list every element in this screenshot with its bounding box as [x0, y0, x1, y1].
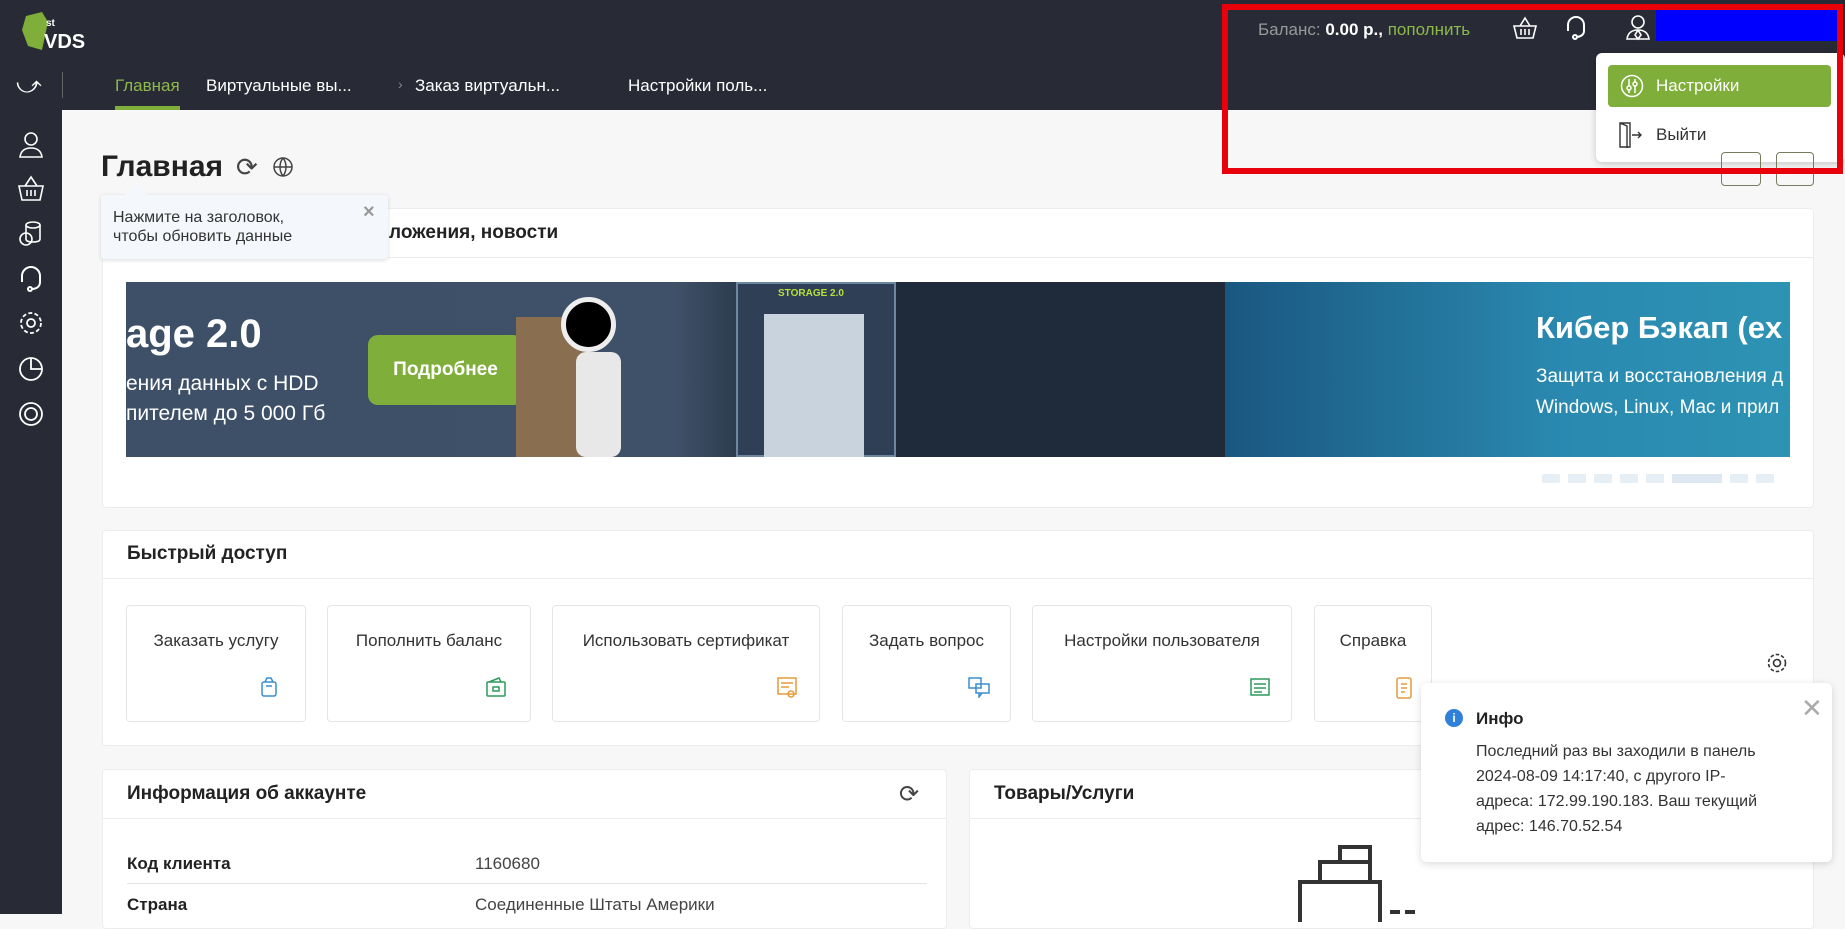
banner-text: пителем до 5 000 Гб [126, 402, 326, 425]
cart-doc-icon [261, 677, 277, 697]
banner-text: Защита и восстановления д [1536, 366, 1784, 387]
info-icon: i [1445, 709, 1463, 727]
certificate-icon [777, 677, 797, 698]
highlight-annotation-box [1222, 4, 1843, 174]
refresh-icon[interactable]: ⟳ [236, 152, 258, 183]
info-toast: i Инфо ✕ Последний раз вы заходили в пан… [1421, 683, 1832, 862]
tab-active-underline [115, 106, 180, 110]
user-settings-icon [1250, 678, 1270, 696]
quick-access-title: Быстрый доступ [103, 531, 1813, 579]
banner-carousel[interactable]: age 2.0 ения данных с HDD пителем до 5 0… [126, 282, 1790, 457]
quick-tile-certificate[interactable]: Использовать сертификат [552, 605, 820, 722]
banner-text: ения данных с HDD [126, 372, 319, 395]
collapse-menu-button[interactable]: ⤻ [16, 72, 42, 100]
carousel-dots[interactable] [1542, 474, 1774, 483]
coins-icon[interactable] [16, 219, 46, 249]
toast-message: Последний раз вы заходили в панель 2024-0… [1476, 743, 1758, 835]
quick-tile-order-service[interactable]: Заказать услугу [126, 605, 306, 722]
tooltip-text: чтобы обновить данные [113, 228, 293, 245]
refresh-icon[interactable]: ⟳ [899, 780, 919, 809]
account-row-value: Соединенные Штаты Америки [475, 895, 715, 914]
more-button[interactable]: Подробнее [368, 335, 523, 405]
banner-title: age 2.0 [126, 312, 262, 356]
gear-icon[interactable] [16, 308, 46, 338]
account-info-title[interactable]: Информация об аккаунте [103, 770, 946, 819]
tab-home[interactable]: Главная [115, 76, 180, 96]
tab-order-virtual[interactable]: Заказ виртуальн... [415, 76, 560, 96]
user-profile-icon[interactable] [16, 130, 46, 160]
refresh-hint-tooltip: Нажмите на заголовок, чтобы обновить дан… [101, 183, 388, 259]
account-row-label: Код клиента [127, 854, 231, 873]
account-row-value: 1160680 [475, 854, 540, 873]
row-divider [127, 883, 927, 884]
svg-text:st: st [46, 18, 56, 29]
banner-title: Кибер Бэкап (ex [1536, 310, 1783, 345]
chat-icon [967, 677, 990, 698]
storage-door-illustration: STORAGE 2.0 [736, 282, 896, 457]
svg-text:VDS: VDS [44, 31, 85, 52]
gear-icon[interactable] [1765, 651, 1789, 675]
tab-user-settings[interactable]: Настройки поль... [628, 76, 767, 96]
close-icon[interactable]: × [363, 201, 375, 224]
pie-chart-icon[interactable] [16, 354, 46, 384]
tab-virtual-servers[interactable]: Виртуальные вы... [206, 76, 352, 96]
quick-tile-top-up[interactable]: Пополнить баланс [327, 605, 531, 722]
quick-tile-user-settings[interactable]: Настройки пользователя [1032, 605, 1292, 722]
close-icon[interactable]: ✕ [1801, 693, 1823, 724]
account-row-label: Страна [127, 895, 188, 914]
help-doc-icon [1396, 677, 1412, 699]
toast-title: Инфо [1476, 709, 1524, 728]
basket-icon[interactable] [16, 174, 46, 204]
banner-storage[interactable]: age 2.0 ения данных с HDD пителем до 5 0… [126, 282, 1225, 457]
globe-icon[interactable] [272, 156, 296, 180]
banner-cyber-backup[interactable]: Кибер Бэкап (ex Защита и восстановления … [1225, 282, 1790, 457]
banner-text: Windows, Linux, Mac и прил [1536, 397, 1780, 418]
chevron-right-icon: › [398, 76, 403, 92]
quick-tile-help[interactable]: Справка [1314, 605, 1432, 722]
page-title[interactable]: Главная [101, 150, 223, 184]
support-headset-icon[interactable] [16, 264, 46, 294]
wallet-icon [486, 677, 506, 697]
astronaut-illustration [516, 292, 636, 457]
account-info-card: Информация об аккаунте ⟳ Код клиента 116… [102, 769, 947, 929]
divider [62, 72, 63, 98]
lifebuoy-icon[interactable] [16, 399, 46, 429]
quick-tile-ask-question[interactable]: Задать вопрос [842, 605, 1011, 722]
tooltip-text: Нажмите на заголовок, [113, 209, 285, 226]
logo[interactable]: st VDS [20, 12, 100, 53]
